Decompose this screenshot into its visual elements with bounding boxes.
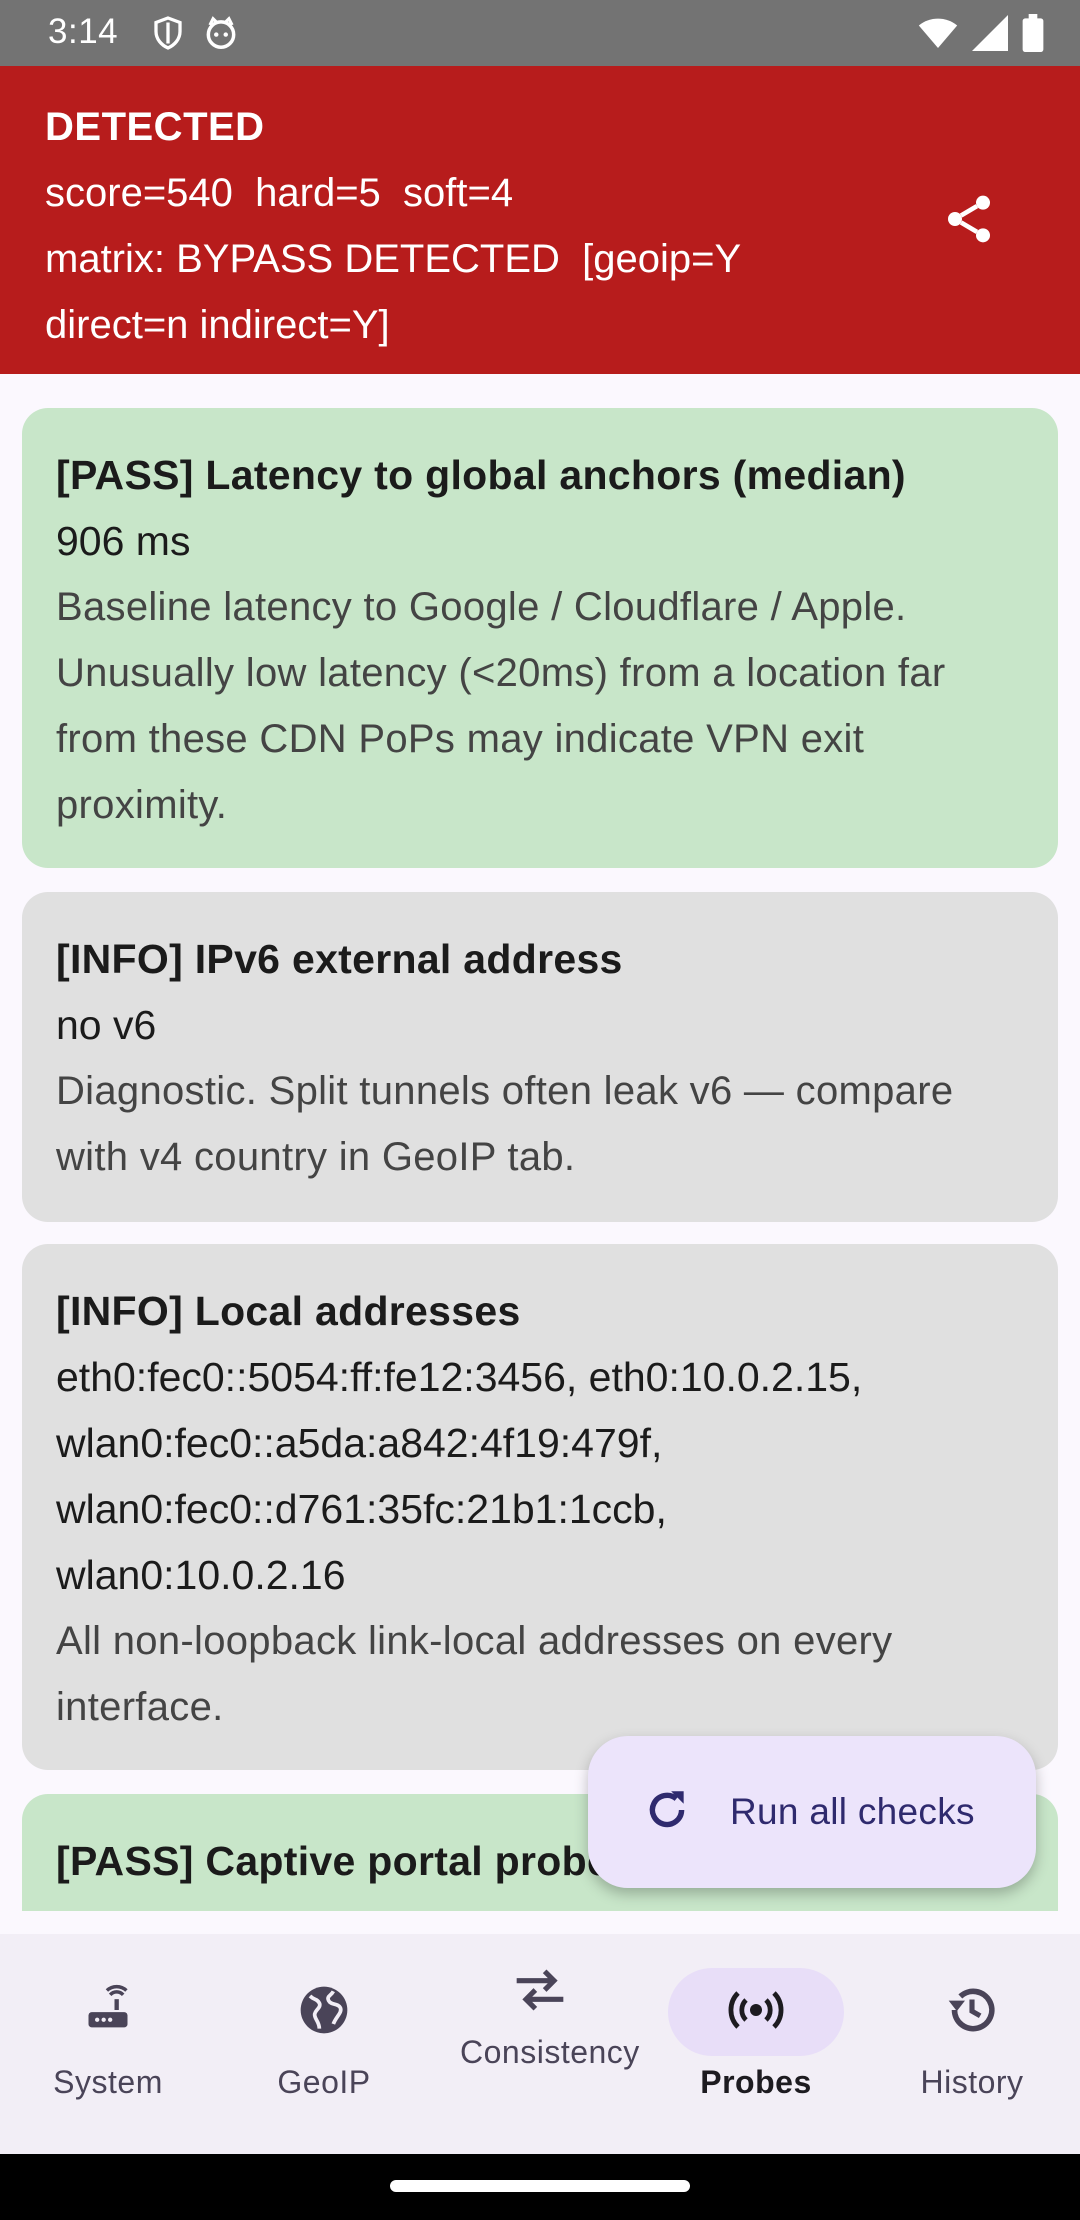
banner-matrix-line-2: direct=n indirect=Y] [45, 303, 390, 347]
card-value-line: wlan0:fec0::a5da:a842:4f19:479f, [56, 1420, 663, 1466]
nav-label: History [920, 2064, 1024, 2100]
home-gesture-handle[interactable] [390, 2180, 690, 2192]
run-all-checks-button[interactable]: Run all checks [588, 1736, 1036, 1888]
card-value-line: wlan0:fec0::d761:35fc:21b1:1ccb, [56, 1486, 667, 1532]
card-value: 906 ms [56, 518, 191, 564]
shield-icon [150, 14, 186, 57]
globe-icon [296, 1982, 352, 2043]
broadcast-icon [726, 1990, 786, 2035]
card-value-line: eth0:fec0::5054:ff:fe12:3456, eth0:10.0.… [56, 1354, 863, 1400]
card-title: [INFO] IPv6 external address [56, 936, 623, 982]
result-card-ipv6: [INFO] IPv6 external address no v6 Diagn… [22, 892, 1058, 1222]
wifi-icon [918, 15, 958, 56]
battery-icon [1022, 14, 1044, 57]
router-icon [82, 1984, 134, 2041]
nav-label: Consistency [460, 2034, 640, 2070]
card-description: All non-loopback link-local addresses on… [56, 1619, 893, 1729]
bottom-navigation: System GeoIP Consistency Probes History [0, 1934, 1080, 2154]
card-description: Baseline latency to Google / Cloudflare … [56, 585, 946, 827]
nav-label: System [53, 2064, 163, 2100]
nav-item-consistency[interactable]: Consistency [432, 1934, 648, 2154]
banner-matrix-line: matrix: BYPASS DETECTED [geoip=Y [45, 237, 742, 281]
result-card-latency: [PASS] Latency to global anchors (median… [22, 408, 1058, 868]
card-title: [INFO] Local addresses [56, 1288, 521, 1334]
share-icon [941, 190, 997, 253]
history-icon [944, 1982, 1000, 2043]
card-value-line: wlan0:10.0.2.16 [56, 1552, 346, 1598]
run-all-checks-label: Run all checks [730, 1791, 975, 1832]
banner-score-line: score=540 hard=5 soft=4 [45, 171, 514, 215]
nav-label: Probes [700, 2064, 812, 2100]
nav-item-system[interactable]: System [0, 1934, 216, 2154]
card-value: no v6 [56, 1002, 157, 1048]
signal-icon [972, 15, 1008, 56]
status-time: 3:14 [48, 12, 119, 51]
card-description: Diagnostic. Split tunnels often leak v6 … [56, 1069, 954, 1179]
nav-item-geoip[interactable]: GeoIP [216, 1934, 432, 2154]
nav-label: GeoIP [277, 2064, 371, 2100]
detection-banner: DETECTED score=540 hard=5 soft=4 matrix:… [0, 66, 1080, 374]
swap-arrows-icon [512, 1966, 568, 2019]
result-card-local-addresses: [INFO] Local addresses eth0:fec0::5054:f… [22, 1244, 1058, 1770]
cat-app-icon [202, 14, 240, 57]
card-title: [PASS] Latency to global anchors (median… [56, 452, 906, 498]
card-value: 204 [56, 1894, 1024, 1911]
gesture-bar [0, 2154, 1080, 2220]
nav-item-history[interactable]: History [864, 1934, 1080, 2154]
nav-item-probes[interactable]: Probes [648, 1934, 864, 2154]
refresh-icon [642, 1785, 692, 1840]
banner-title: DETECTED [45, 105, 265, 149]
probe-results-list[interactable]: [PASS] Latency to global anchors (median… [0, 374, 1080, 1911]
share-button[interactable] [936, 188, 1002, 254]
status-bar: 3:14 [0, 0, 1080, 66]
